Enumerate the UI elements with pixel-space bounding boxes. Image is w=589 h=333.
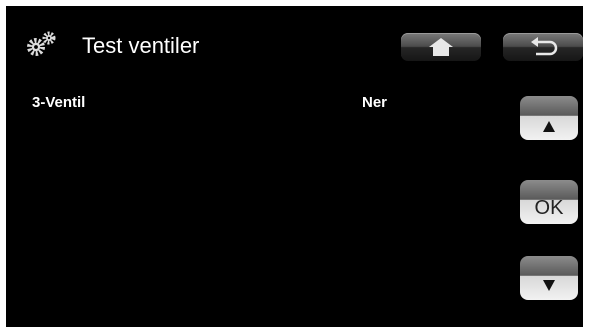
- screen: Test ventiler 3-Ventil Ner OK: [6, 6, 583, 327]
- back-button[interactable]: [503, 33, 583, 61]
- home-icon: [429, 38, 453, 56]
- gears-icon: [24, 30, 64, 58]
- row-value: Ner: [362, 94, 388, 111]
- home-button[interactable]: [401, 33, 481, 61]
- triangle-up-icon: [543, 121, 555, 132]
- ok-label: OK: [534, 197, 564, 219]
- down-button[interactable]: [520, 256, 578, 300]
- page-title: Test ventiler: [82, 33, 200, 58]
- triangle-down-icon: [543, 280, 555, 291]
- back-arrow-icon: [531, 37, 558, 56]
- row-label: 3-Ventil: [32, 94, 86, 111]
- up-button[interactable]: [520, 96, 578, 140]
- ok-button[interactable]: OK: [520, 180, 578, 224]
